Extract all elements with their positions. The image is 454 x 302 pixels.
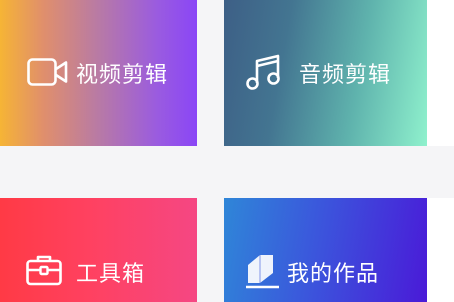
video-camera-icon xyxy=(27,58,68,86)
toolbox-icon xyxy=(26,254,62,286)
book-icon xyxy=(243,253,281,289)
audio-edit-label: 音频剪辑 xyxy=(299,63,392,88)
tools-label: 工具箱 xyxy=(76,262,146,287)
grid-gutter-horizontal xyxy=(0,146,454,198)
video-edit-label: 视频剪辑 xyxy=(76,63,169,88)
audio-edit-card[interactable]: 音频剪辑 xyxy=(224,0,427,146)
my-works-card[interactable]: 我的作品 xyxy=(224,198,427,302)
home-feature-grid: 视频剪辑 音频剪辑 工具箱 我的作品 xyxy=(0,0,454,302)
video-edit-card[interactable]: 视频剪辑 xyxy=(0,0,197,146)
music-note-icon xyxy=(245,53,283,91)
tools-card[interactable]: 工具箱 xyxy=(0,198,197,302)
my-works-label: 我的作品 xyxy=(287,262,380,287)
